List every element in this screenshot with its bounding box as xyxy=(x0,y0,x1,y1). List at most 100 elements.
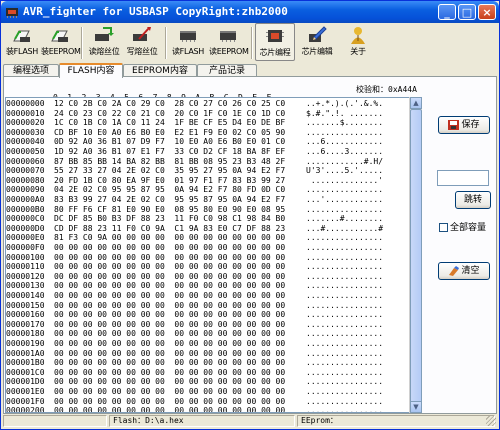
tab-eeprom-content[interactable]: EEPROM内容 xyxy=(123,64,197,76)
hex-row-bytes[interactable]: 00 00 00 00 00 00 00 00 00 00 00 00 00 0… xyxy=(54,377,285,387)
close-button[interactable]: × xyxy=(478,4,496,20)
hex-row-ascii[interactable]: ................ xyxy=(306,233,383,243)
hex-row-address: 00000060 xyxy=(6,156,45,166)
hex-row-bytes[interactable]: 00 00 00 00 00 00 00 00 00 00 00 00 00 0… xyxy=(54,358,285,368)
hex-row-ascii[interactable]: ................ xyxy=(306,358,383,368)
title-bar[interactable]: AVR_fighter for USBASP CopyRight:zhb2000… xyxy=(1,1,499,23)
hex-row-bytes[interactable]: 1C C0 1B C0 1A C0 11 24 1F BE CF E5 D4 E… xyxy=(54,118,285,128)
hex-row-ascii[interactable]: ................ xyxy=(306,243,383,253)
hex-row-bytes[interactable]: 81 F3 C0 9A 00 00 00 00 00 00 00 00 00 0… xyxy=(54,233,285,243)
hex-row-ascii[interactable]: ................ xyxy=(306,368,383,378)
hex-row-ascii[interactable]: ..+.*.).(.'.&.%. xyxy=(306,99,383,109)
hex-row-bytes[interactable]: CD BF 10 E0 A0 E6 B0 E0 E2 E1 F9 E0 02 C… xyxy=(54,128,285,138)
hex-row-bytes[interactable]: 87 BB 85 BB 14 BA 82 BB 81 BB 08 95 23 B… xyxy=(54,157,285,167)
hex-row-ascii[interactable]: ................ xyxy=(306,272,383,282)
load-flash-button[interactable]: 装FLASH xyxy=(3,23,41,61)
hex-row-bytes[interactable]: 00 00 00 00 00 00 00 00 00 00 00 00 00 0… xyxy=(54,243,285,253)
hex-row-bytes[interactable]: 00 00 00 00 00 00 00 00 00 00 00 00 00 0… xyxy=(54,291,285,301)
hex-row-ascii[interactable]: ................ xyxy=(306,310,383,320)
hex-row-bytes[interactable]: 1D 92 A0 36 B1 07 E1 F7 33 C0 D2 CF 18 B… xyxy=(54,147,285,157)
tab-flash-content[interactable]: FLASH内容 xyxy=(59,63,123,78)
hex-row-address: 00000100 xyxy=(6,252,45,262)
hex-row-ascii[interactable]: ................ xyxy=(306,253,383,263)
hex-row-bytes[interactable]: 00 00 00 00 00 00 00 00 00 00 00 00 00 0… xyxy=(54,397,285,407)
hex-row-ascii[interactable]: ................ xyxy=(306,349,383,359)
hex-row-address: 00000150 xyxy=(6,300,45,310)
read-flash-button[interactable]: 读FLASH xyxy=(169,23,207,61)
program-chip-button[interactable]: 芯片编程 xyxy=(255,23,295,61)
hex-row-bytes[interactable]: 00 00 00 00 00 00 00 00 00 00 00 00 00 0… xyxy=(54,320,285,330)
hex-row-ascii[interactable]: ............#.H/ xyxy=(306,157,383,167)
hex-row-bytes[interactable]: 00 00 00 00 00 00 00 00 00 00 00 00 00 0… xyxy=(54,387,285,397)
hex-row-bytes[interactable]: 24 C0 23 C0 22 C0 21 C0 20 C0 1F C0 1E C… xyxy=(54,109,285,119)
hex-row-ascii[interactable]: ................ xyxy=(306,377,383,387)
hex-row-ascii[interactable]: ...6............ xyxy=(306,137,383,147)
hex-row-ascii[interactable]: ................ xyxy=(306,387,383,397)
hex-row-bytes[interactable]: 00 00 00 00 00 00 00 00 00 00 00 00 00 0… xyxy=(54,253,285,263)
hex-row-ascii[interactable]: ................ xyxy=(306,406,383,412)
tab-programming-options[interactable]: 编程选项 xyxy=(3,64,59,76)
hex-dump-view[interactable]: 00000000 12 C0 2B C0 2A C0 29 C0 28 C0 27… xyxy=(5,97,421,413)
hex-row-bytes[interactable]: 00 00 00 00 00 00 00 00 00 00 00 00 00 0… xyxy=(54,301,285,311)
hex-row-bytes[interactable]: 00 00 00 00 00 00 00 00 00 00 00 00 00 0… xyxy=(54,272,285,282)
hex-row-bytes[interactable]: 04 2E 02 C0 95 95 87 95 0A 94 E2 F7 80 F… xyxy=(54,185,285,195)
hex-row-bytes[interactable]: 00 00 00 00 00 00 00 00 00 00 00 00 00 0… xyxy=(54,339,285,349)
hex-row-bytes[interactable]: 12 C0 2B C0 2A C0 29 C0 28 C0 27 C0 26 C… xyxy=(54,99,285,109)
hex-row-bytes[interactable]: 55 27 33 27 04 2E 02 C0 35 95 27 95 0A 9… xyxy=(54,166,285,176)
hex-row-bytes[interactable]: 0D 92 A0 36 B1 07 D9 F7 10 E0 A0 E6 B0 E… xyxy=(54,137,285,147)
hex-row-bytes[interactable]: 00 00 00 00 00 00 00 00 00 00 00 00 00 0… xyxy=(54,368,285,378)
address-input[interactable] xyxy=(437,170,489,186)
clear-button[interactable]: 清空 xyxy=(438,262,490,280)
maximize-button[interactable]: □ xyxy=(458,4,476,20)
hex-row-bytes[interactable]: 00 00 00 00 00 00 00 00 00 00 00 00 00 0… xyxy=(54,310,285,320)
minimize-button[interactable]: _ xyxy=(438,4,456,20)
hex-row-bytes[interactable]: 00 00 00 00 00 00 00 00 00 00 00 00 00 0… xyxy=(54,349,285,359)
hex-row-ascii[interactable]: ..............' xyxy=(306,176,383,186)
hex-row-address: 00000020 xyxy=(6,118,45,128)
read-fuse-button[interactable]: 读熔丝位 xyxy=(85,23,123,61)
hex-row-ascii[interactable]: .......#........ xyxy=(306,214,383,224)
scroll-up-icon[interactable]: ▲ xyxy=(410,97,422,109)
hex-row-ascii[interactable]: ................ xyxy=(306,205,383,215)
hex-row-ascii[interactable]: ................ xyxy=(306,281,383,291)
hex-dump-scrollbar[interactable]: ▲ ▼ xyxy=(409,97,422,413)
scroll-down-icon[interactable]: ▼ xyxy=(410,401,422,413)
about-button[interactable]: 关于 xyxy=(339,23,377,61)
edit-chip-button[interactable]: 芯片编辑 xyxy=(297,23,337,61)
hex-row-bytes[interactable]: 20 FD 1B C0 80 EA 9F E0 01 97 F1 F7 83 B… xyxy=(54,176,285,186)
hex-row-ascii[interactable]: ................ xyxy=(306,320,383,330)
hex-row-bytes[interactable]: 83 B3 99 27 04 2E 02 C0 95 95 87 95 0A 9… xyxy=(54,195,285,205)
hex-row-ascii[interactable]: ...#...........# xyxy=(306,224,383,234)
hex-row-ascii[interactable]: $.#.".!. ....... xyxy=(306,109,383,119)
hex-row-ascii[interactable]: ...'............ xyxy=(306,195,383,205)
hex-row-bytes[interactable]: 00 00 00 00 00 00 00 00 00 00 00 00 00 0… xyxy=(54,262,285,272)
hex-row-ascii[interactable]: ................ xyxy=(306,397,383,407)
hex-row-ascii[interactable]: ................ xyxy=(306,339,383,349)
read-eeprom-button[interactable]: 读EEPROM xyxy=(209,23,249,61)
hex-row-bytes[interactable]: 00 00 00 00 00 00 00 00 00 00 00 00 00 0… xyxy=(54,406,285,412)
hex-row-ascii[interactable]: U'3'....5.'..... xyxy=(306,166,383,176)
write-fuse-button[interactable]: 写熔丝位 xyxy=(123,23,161,61)
hex-row-bytes[interactable]: DC DF 85 B0 B3 DF 88 23 11 F0 C0 98 C1 9… xyxy=(54,214,285,224)
hex-row-bytes[interactable]: 00 00 00 00 00 00 00 00 00 00 00 00 00 0… xyxy=(54,281,285,291)
jump-label: 跳转 xyxy=(463,195,482,205)
save-button[interactable]: 保存 xyxy=(438,116,490,134)
hex-row-ascii[interactable]: ................ xyxy=(306,262,383,272)
hex-row-ascii[interactable]: ................ xyxy=(306,185,383,195)
resize-grip-icon[interactable] xyxy=(486,416,496,426)
hex-row-bytes[interactable]: 00 00 00 00 00 00 00 00 00 00 00 00 00 0… xyxy=(54,329,285,339)
hex-row-ascii[interactable]: ................ xyxy=(306,301,383,311)
checkbox-icon[interactable] xyxy=(439,223,448,232)
tab-product-record[interactable]: 产品记录 xyxy=(197,64,257,76)
scroll-thumb[interactable] xyxy=(410,109,422,405)
load-eeprom-button[interactable]: 装EEPROM xyxy=(41,23,81,61)
hex-row-ascii[interactable]: ................ xyxy=(306,128,383,138)
hex-row-bytes[interactable]: 80 FF F6 CF 81 E0 90 E0 08 95 80 E0 90 E… xyxy=(54,205,285,215)
full-capacity-checkbox[interactable]: 全部容量 xyxy=(439,220,486,233)
hex-row-ascii[interactable]: ................ xyxy=(306,329,383,339)
jump-button[interactable]: 跳转 xyxy=(455,191,491,209)
hex-row-bytes[interactable]: CD DF 88 23 11 F0 C0 9A C1 9A 83 E0 C7 D… xyxy=(54,224,285,234)
hex-row-ascii[interactable]: ...6....3....... xyxy=(306,147,383,157)
hex-row-ascii[interactable]: ................ xyxy=(306,291,383,301)
hex-row-ascii[interactable]: .......$........ xyxy=(306,118,383,128)
